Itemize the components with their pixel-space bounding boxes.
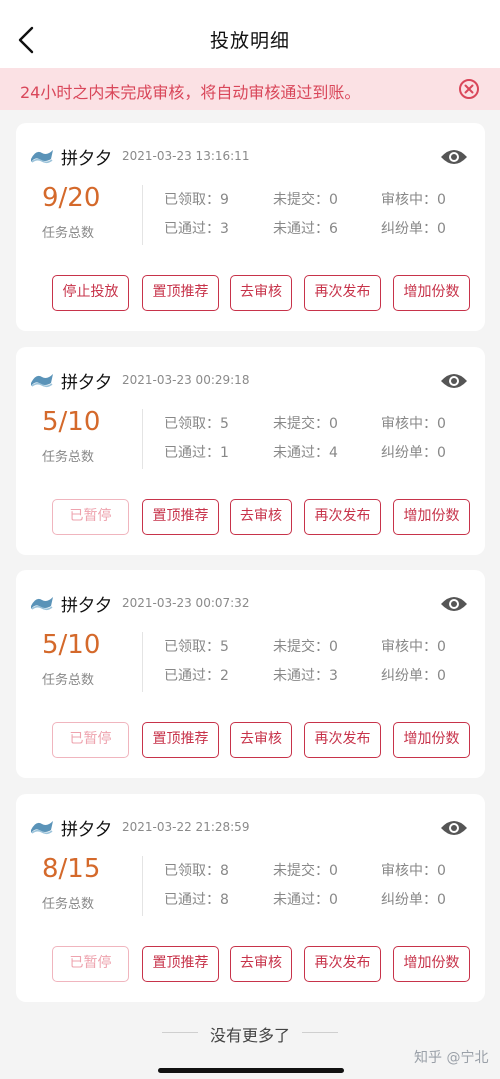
stat-dispute: 纠纷单：0 — [381, 668, 446, 684]
stat-failed: 未通过：0 — [273, 892, 338, 908]
view-button[interactable] — [440, 818, 468, 838]
stat-unsubmitted: 未提交：0 — [273, 639, 338, 655]
task-total-label: 任务总数 — [42, 226, 95, 241]
publish-time: 2021-03-23 00:29:18 — [122, 373, 250, 387]
pin-recommend-button[interactable]: 置顶推荐 — [142, 722, 219, 758]
stat-dispute: 纠纷单：0 — [381, 892, 446, 908]
notice-banner: 24小时之内未完成审核，将自动审核通过到账。 — [0, 68, 500, 110]
add-quantity-button[interactable]: 增加份数 — [393, 946, 470, 982]
stat-reviewing: 审核中：0 — [381, 863, 446, 879]
stat-reviewing: 审核中：0 — [381, 639, 446, 655]
page-title: 投放明细 — [209, 30, 290, 52]
publish-time: 2021-03-22 21:28:59 — [122, 820, 250, 834]
add-quantity-button[interactable]: 增加份数 — [393, 275, 470, 311]
stat-passed: 已通过：2 — [164, 668, 229, 684]
go-review-button[interactable]: 去审核 — [230, 946, 292, 982]
view-button[interactable] — [440, 147, 468, 167]
stat-passed: 已通过：8 — [164, 892, 229, 908]
view-button[interactable] — [440, 371, 468, 391]
view-button[interactable] — [440, 594, 468, 614]
stat-divider — [142, 409, 143, 469]
task-total-label: 任务总数 — [42, 897, 95, 912]
eye-icon — [441, 821, 467, 835]
pin-recommend-button[interactable]: 置顶推荐 — [142, 946, 219, 982]
add-quantity-button[interactable]: 增加份数 — [393, 499, 470, 535]
stat-unsubmitted: 未提交：0 — [273, 192, 338, 208]
add-quantity-button[interactable]: 增加份数 — [393, 722, 470, 758]
stat-received: 已领取：9 — [164, 192, 229, 208]
stat-unsubmitted: 未提交：0 — [273, 863, 338, 879]
platform-logo-icon — [30, 594, 54, 612]
stat-divider — [142, 856, 143, 916]
task-progress: 9/20 — [42, 183, 101, 213]
pin-recommend-button[interactable]: 置顶推荐 — [142, 499, 219, 535]
stat-reviewing: 审核中：0 — [381, 192, 446, 208]
task-total-label: 任务总数 — [42, 673, 95, 688]
republish-button[interactable]: 再次发布 — [304, 499, 381, 535]
task-card: 拼夕夕 2021-03-22 21:28:59 8/15 任务总数 已领取：8 未提交：0… — [16, 794, 485, 1002]
task-card: 拼夕夕 2021-03-23 00:07:32 5/10 任务总数 已领取：5 未提交：0… — [16, 570, 485, 778]
platform-name: 拼夕夕 — [61, 149, 112, 169]
platform-logo-icon — [30, 371, 54, 389]
stat-failed: 未通过：6 — [273, 221, 338, 237]
task-progress: 5/10 — [42, 630, 101, 660]
publish-time: 2021-03-23 13:16:11 — [122, 149, 250, 163]
stat-passed: 已通过：3 — [164, 221, 229, 237]
no-more-text: 没有更多了 — [209, 1026, 290, 1045]
paused-button: 已暂停 — [52, 722, 129, 758]
notice-text: 24小时之内未完成审核，将自动审核通过到账。 — [20, 83, 361, 102]
stat-received: 已领取：8 — [164, 863, 229, 879]
republish-button[interactable]: 再次发布 — [304, 275, 381, 311]
notice-close-button[interactable] — [458, 78, 480, 100]
task-progress: 8/15 — [42, 854, 101, 884]
platform-name: 拼夕夕 — [61, 373, 112, 393]
header-bar: 投放明细 — [0, 0, 500, 68]
watermark: 知乎 @宁北 — [414, 1050, 489, 1066]
task-progress: 5/10 — [42, 407, 101, 437]
stop-button[interactable]: 停止投放 — [52, 275, 129, 311]
platform-logo-icon — [30, 818, 54, 836]
stat-divider — [142, 185, 143, 245]
platform-name: 拼夕夕 — [61, 820, 112, 840]
stat-dispute: 纠纷单：0 — [381, 445, 446, 461]
publish-time: 2021-03-23 00:07:32 — [122, 596, 250, 610]
pin-recommend-button[interactable]: 置顶推荐 — [142, 275, 219, 311]
task-card: 拼夕夕 2021-03-23 13:16:11 9/20 任务总数 已领取：9 未提交：0… — [16, 123, 485, 331]
eye-icon — [441, 597, 467, 611]
republish-button[interactable]: 再次发布 — [304, 722, 381, 758]
eye-icon — [441, 374, 467, 388]
republish-button[interactable]: 再次发布 — [304, 946, 381, 982]
go-review-button[interactable]: 去审核 — [230, 499, 292, 535]
platform-name: 拼夕夕 — [61, 596, 112, 616]
stat-passed: 已通过：1 — [164, 445, 229, 461]
task-card: 拼夕夕 2021-03-23 00:29:18 5/10 任务总数 已领取：5 未提交：0… — [16, 347, 485, 555]
platform-logo-icon — [30, 147, 54, 165]
task-total-label: 任务总数 — [42, 450, 95, 465]
stat-failed: 未通过：4 — [273, 445, 338, 461]
stat-reviewing: 审核中：0 — [381, 416, 446, 432]
paused-button: 已暂停 — [52, 946, 129, 982]
stat-received: 已领取：5 — [164, 639, 229, 655]
paused-button: 已暂停 — [52, 499, 129, 535]
go-review-button[interactable]: 去审核 — [230, 275, 292, 311]
eye-icon — [441, 150, 467, 164]
stat-dispute: 纠纷单：0 — [381, 221, 446, 237]
go-review-button[interactable]: 去审核 — [230, 722, 292, 758]
close-circle-icon — [459, 79, 479, 99]
stat-divider — [142, 632, 143, 692]
stat-unsubmitted: 未提交：0 — [273, 416, 338, 432]
home-indicator — [158, 1068, 344, 1073]
stat-received: 已领取：5 — [164, 416, 229, 432]
stat-failed: 未通过：3 — [273, 668, 338, 684]
